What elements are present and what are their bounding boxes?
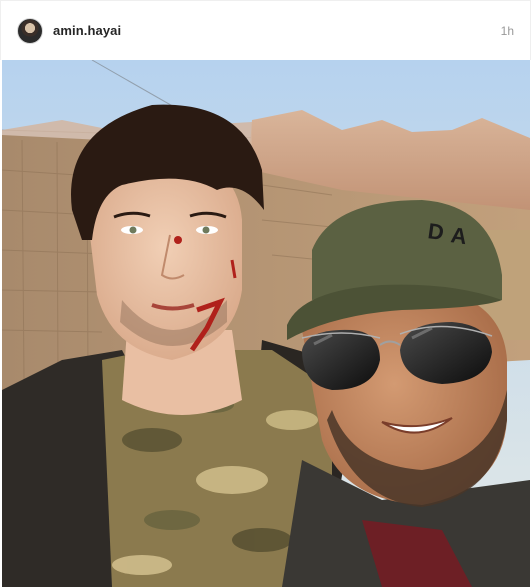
selfie-photo-illustration: D A — [2, 60, 530, 587]
user-avatar[interactable] — [17, 17, 43, 44]
instagram-post: amin.hayai 1h D A — [0, 0, 531, 587]
post-header: amin.hayai 1h — [0, 0, 531, 60]
post-photo[interactable]: D A — [2, 60, 530, 587]
username-link[interactable]: amin.hayai — [53, 23, 121, 38]
post-timestamp[interactable]: 1h — [501, 24, 514, 38]
